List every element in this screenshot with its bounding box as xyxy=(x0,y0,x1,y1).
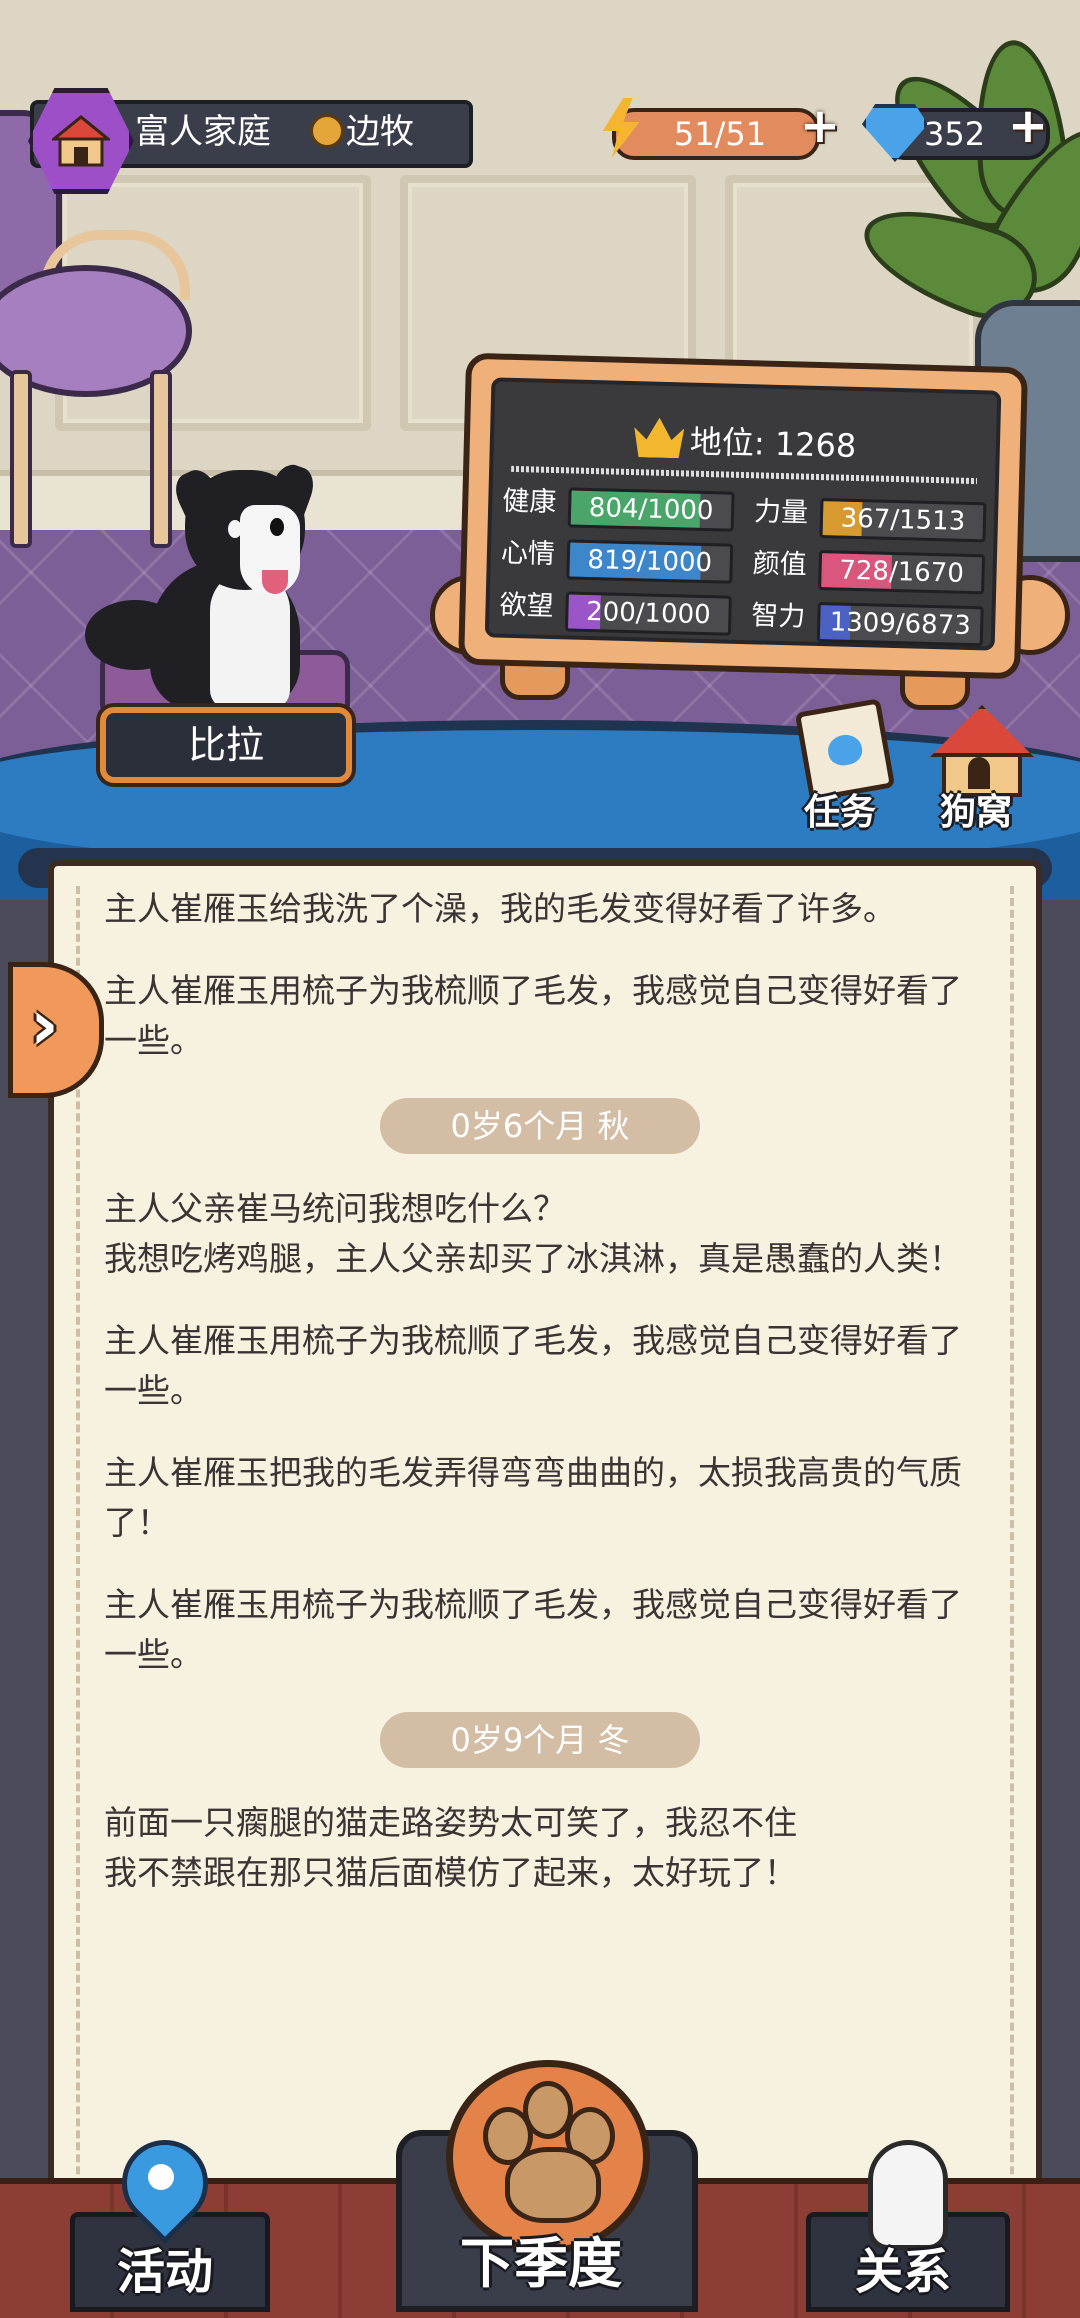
stat-value: 819/1000 xyxy=(587,544,713,579)
season-tag: 0岁9个月 冬 xyxy=(380,1712,700,1768)
stat-value: 1309/6873 xyxy=(829,607,972,641)
stat-name: 智力 xyxy=(750,600,806,633)
stat-name: 健康 xyxy=(501,485,557,519)
stat-bar: 728/1670 xyxy=(818,550,986,595)
stat-intelligence: 智力 1309/6873 xyxy=(750,596,992,647)
armchair-leg xyxy=(150,370,172,548)
journal-entry: 主人崔雁玉用梳子为我梳顺了毛发，我感觉自己变得好看了一些。 xyxy=(104,1585,962,1674)
relations-button[interactable]: 关系 xyxy=(806,2140,1010,2312)
status-value: 1268 xyxy=(774,424,857,465)
stat-bar: 1309/6873 xyxy=(816,601,984,647)
activities-button[interactable]: 活动 xyxy=(70,2122,270,2312)
stat-looks: 颜值 728/1670 xyxy=(752,544,993,595)
stat-name: 力量 xyxy=(753,496,809,529)
stat-strength: 力量 367/1513 xyxy=(753,492,995,543)
doghouse-icon xyxy=(930,705,1034,797)
family-type-label: 富人家庭 xyxy=(135,112,271,152)
season-tag: 0岁6个月 秋 xyxy=(380,1098,700,1154)
journal-entry: 前面一只瘸腿的猫走路姿势太可笑了，我忍不住 我不禁跟在那只猫后面模仿了起来，太好… xyxy=(104,1803,797,1892)
house-icon-graphic xyxy=(52,115,110,167)
chevron-right-icon: › xyxy=(30,984,59,1066)
stat-desire: 欲望 200/1000 xyxy=(499,586,740,636)
activities-label: 活动 xyxy=(116,2244,213,2300)
medal-icon xyxy=(310,114,344,148)
status-label: 地位: xyxy=(689,422,776,463)
stat-name: 颜值 xyxy=(752,548,808,581)
journal-entry: 主人父亲崔马统问我想吃什么？ 我想吃烤鸡腿，主人父亲却买了冰淇淋，真是愚蠢的人类… xyxy=(104,1189,962,1278)
status-line: 地位: 1268 xyxy=(689,417,857,467)
paw-pad xyxy=(505,2147,601,2223)
map-pin-hole xyxy=(148,2164,174,2190)
journal-entries: 主人崔雁玉给我洗了个澡，我的毛发变得好看了许多。 主人崔雁玉用梳子为我梳顺了毛发… xyxy=(104,884,976,1930)
stat-health: 健康 804/1000 xyxy=(501,482,743,532)
journal-border-right xyxy=(1010,886,1014,2246)
gem-count: 352 xyxy=(924,115,986,153)
journal-entry: 主人崔雁玉用梳子为我梳顺了毛发，我感觉自己变得好看了一些。 xyxy=(104,1321,962,1410)
stat-bar: 367/1513 xyxy=(819,498,987,543)
relations-label: 关系 xyxy=(854,2244,951,2300)
add-energy-button[interactable]: + xyxy=(798,102,842,150)
pet-name-plate[interactable]: 比拉 xyxy=(100,707,352,783)
stat-value: 200/1000 xyxy=(585,596,712,631)
tasks-button[interactable]: 任务 xyxy=(780,698,900,835)
journal-entry: 主人崔雁玉给我洗了个澡，我的毛发变得好看了许多。 xyxy=(104,889,896,928)
stat-name: 欲望 xyxy=(499,589,554,623)
paw-icon xyxy=(825,732,865,768)
journal-entry: 主人崔雁玉把我的毛发弄得弯弯曲曲的，太损我高贵的气质了！ xyxy=(104,1453,962,1542)
stat-name: 心情 xyxy=(500,537,556,571)
stat-value: 804/1000 xyxy=(588,492,714,527)
journal-entry: 主人崔雁玉用梳子为我梳顺了毛发，我感觉自己变得好看了一些。 xyxy=(104,971,962,1060)
kennel-button[interactable]: 狗窝 xyxy=(916,705,1036,835)
stat-mood: 心情 819/1000 xyxy=(500,534,741,584)
next-season-button[interactable]: 下季度 xyxy=(396,2060,698,2312)
crown-icon xyxy=(634,417,685,458)
stats-board-face: 地位: 1268 健康 804/1000 力量 367/1513 心情 819/… xyxy=(484,377,1002,651)
journal-border-left xyxy=(76,886,80,2246)
kennel-label: 狗窝 xyxy=(939,792,1012,833)
breed-label: 边牧 xyxy=(346,112,414,152)
armchair-leg xyxy=(10,370,32,548)
stat-bar: 200/1000 xyxy=(564,591,732,636)
stat-value: 367/1513 xyxy=(840,503,966,537)
dog-eye xyxy=(270,518,284,536)
add-gems-button[interactable]: + xyxy=(1006,102,1050,150)
stat-bar: 819/1000 xyxy=(566,539,734,584)
tasks-label: 任务 xyxy=(803,792,876,833)
stats-board[interactable]: 地位: 1268 健康 804/1000 力量 367/1513 心情 819/… xyxy=(458,352,1028,680)
next-season-label: 下季度 xyxy=(460,2232,622,2295)
board-divider xyxy=(511,465,978,485)
stat-value: 728/1670 xyxy=(838,555,965,589)
dog-eye xyxy=(228,520,242,538)
energy-value: 51/51 xyxy=(673,115,767,153)
doghouse-roof xyxy=(930,705,1034,757)
season-divider: 0岁6个月 秋 xyxy=(104,1098,976,1158)
stat-bar: 804/1000 xyxy=(567,487,735,532)
season-divider: 0岁9个月 冬 xyxy=(104,1712,976,1772)
